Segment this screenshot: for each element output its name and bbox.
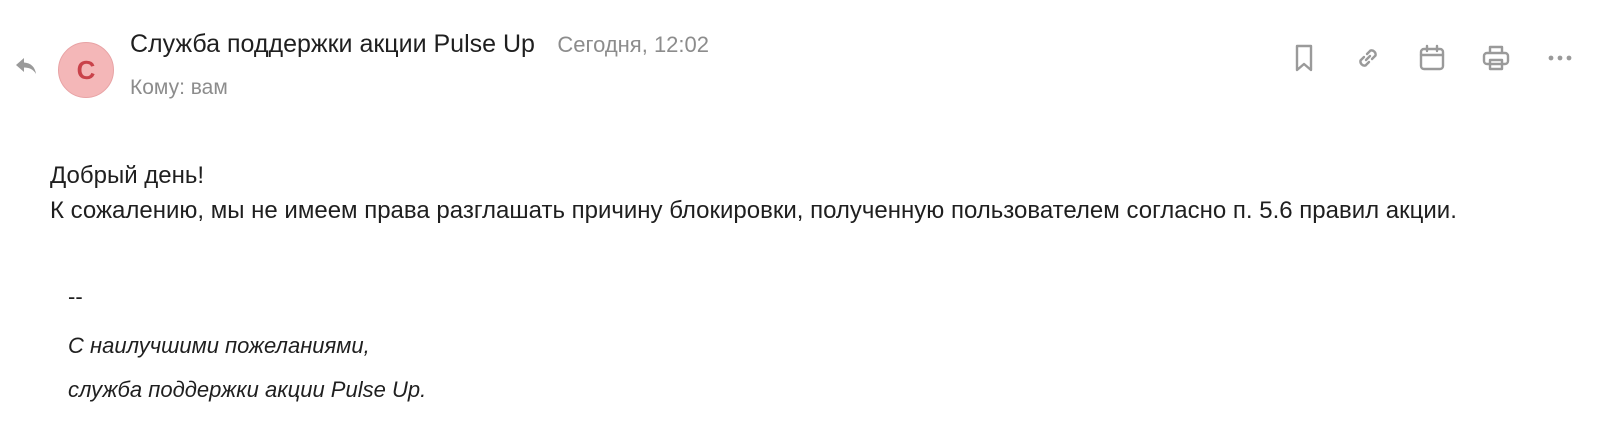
toolbar (1286, 40, 1578, 76)
greeting: Добрый день! (50, 162, 205, 189)
signature-line-1: С наилучшими пожеланиями, (68, 333, 370, 358)
signature-line-2: служба поддержки акции Pulse Up. (68, 377, 427, 402)
reply-icon[interactable] (14, 56, 38, 76)
message-body: Добрый день! К сожалению, мы не имеем пр… (50, 158, 1550, 228)
print-icon[interactable] (1478, 40, 1514, 76)
message-text: К сожалению, мы не имеем права разглашат… (50, 197, 1457, 224)
signature: -- С наилучшими пожеланиями, служба подд… (68, 284, 426, 412)
signature-separator: -- (68, 284, 83, 309)
avatar-letter: С (76, 54, 96, 85)
link-icon[interactable] (1350, 40, 1386, 76)
bookmark-icon[interactable] (1286, 40, 1322, 76)
avatar: С (58, 42, 114, 98)
message-date: Сегодня, 12:02 (557, 32, 709, 57)
sender-name[interactable]: Служба поддержки акции Pulse Up (130, 30, 535, 58)
sender-line: Служба поддержки акции Pulse Up Сегодня,… (130, 30, 709, 59)
more-icon[interactable] (1542, 40, 1578, 76)
recipient-line: Кому: вам (130, 76, 228, 99)
calendar-icon[interactable] (1414, 40, 1450, 76)
